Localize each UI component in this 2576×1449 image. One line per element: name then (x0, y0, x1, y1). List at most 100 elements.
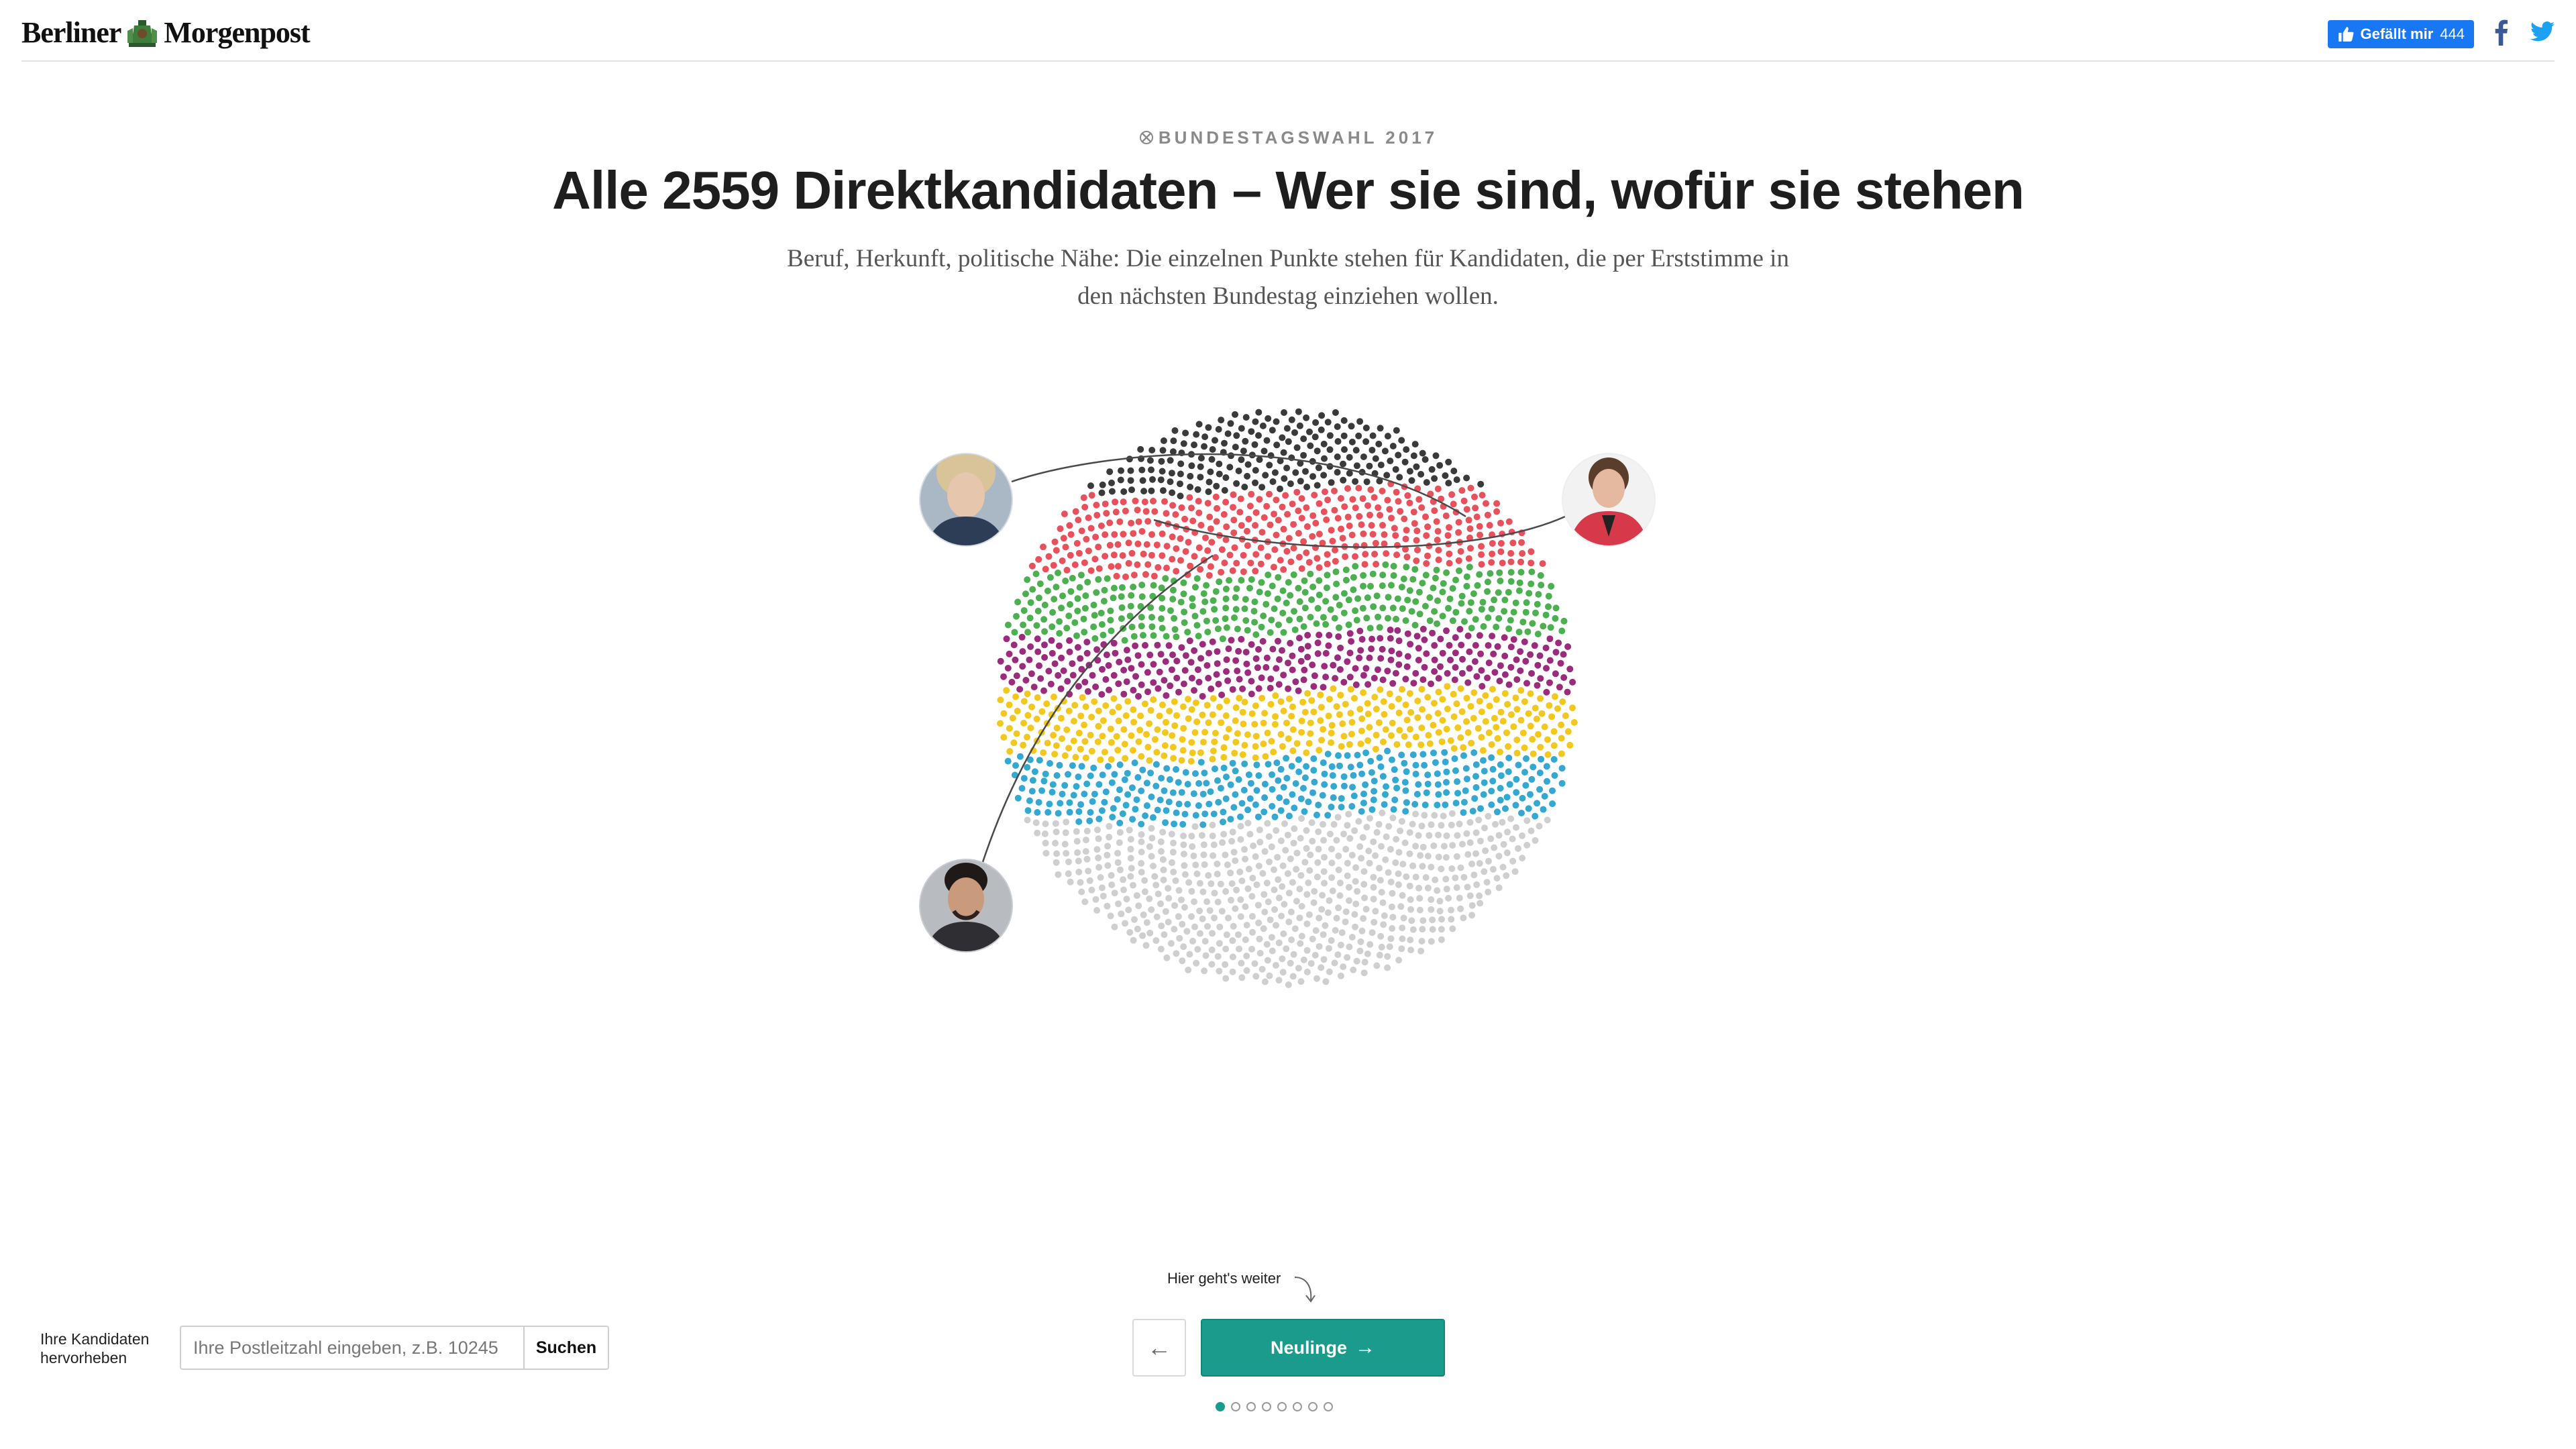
candidate-dot[interactable] (1337, 644, 1344, 651)
candidate-dot[interactable] (1337, 972, 1344, 979)
candidate-dot[interactable] (1246, 830, 1254, 838)
candidate-dot[interactable] (1437, 663, 1444, 670)
candidate-dot[interactable] (1344, 822, 1351, 829)
candidate-dot[interactable] (1507, 815, 1515, 822)
candidate-dot[interactable] (1419, 751, 1427, 758)
candidate-dot[interactable] (1075, 773, 1082, 780)
candidate-dot[interactable] (1214, 898, 1222, 906)
candidate-dot[interactable] (1485, 729, 1493, 737)
candidate-dot[interactable] (1346, 883, 1352, 891)
candidate-dot[interactable] (1328, 722, 1336, 729)
candidate-dot[interactable] (1244, 806, 1252, 814)
candidate-dot[interactable] (1393, 741, 1401, 748)
candidate-dot[interactable] (1347, 686, 1354, 693)
candidate-dot[interactable] (1305, 798, 1312, 806)
candidate-dot[interactable] (1307, 570, 1314, 578)
candidate-dot[interactable] (1363, 478, 1371, 486)
candidate-dot[interactable] (1497, 749, 1503, 755)
candidate-dot[interactable] (1207, 468, 1214, 476)
candidate-dot[interactable] (1297, 978, 1305, 985)
candidate-dot[interactable] (1152, 782, 1160, 790)
candidate-dot[interactable] (1320, 759, 1327, 766)
candidate-dot[interactable] (1148, 853, 1155, 860)
candidate-dot[interactable] (1105, 662, 1112, 669)
candidate-dot[interactable] (1077, 801, 1085, 808)
candidate-dot[interactable] (1185, 715, 1192, 722)
candidate-dot[interactable] (1146, 757, 1153, 764)
candidate-dot[interactable] (1316, 747, 1323, 754)
candidate-dot[interactable] (1252, 733, 1260, 740)
candidate-dot[interactable] (1419, 926, 1426, 933)
candidate-dot[interactable] (1236, 868, 1244, 875)
candidate-dot[interactable] (1318, 412, 1326, 419)
candidate-dot[interactable] (1376, 624, 1383, 631)
candidate-dot[interactable] (1377, 877, 1384, 884)
candidate-dot[interactable] (1155, 890, 1162, 898)
candidate-dot[interactable] (1233, 480, 1240, 487)
candidate-dot[interactable] (1041, 830, 1049, 837)
candidate-dot[interactable] (1279, 503, 1286, 511)
candidate-dot[interactable] (1065, 771, 1071, 778)
candidate-dot[interactable] (1412, 873, 1419, 881)
candidate-dot[interactable] (1148, 487, 1155, 494)
candidate-dot[interactable] (1292, 469, 1299, 476)
candidate-dot[interactable] (1265, 761, 1272, 768)
candidate-dot[interactable] (1464, 632, 1472, 639)
candidate-dot[interactable] (1148, 614, 1155, 621)
candidate-dot[interactable] (1072, 508, 1079, 515)
candidate-dot[interactable] (1368, 806, 1376, 813)
candidate-dot[interactable] (1322, 674, 1330, 681)
candidate-dot[interactable] (1182, 769, 1189, 776)
candidate-dot[interactable] (1271, 511, 1277, 518)
candidate-dot[interactable] (1271, 546, 1279, 553)
candidate-dot[interactable] (1290, 839, 1297, 847)
candidate-dot[interactable] (1487, 570, 1494, 577)
candidate-dot[interactable] (1366, 941, 1374, 948)
candidate-dot[interactable] (1215, 798, 1222, 806)
candidate-dot[interactable] (1138, 614, 1145, 621)
candidate-dot[interactable] (1492, 820, 1499, 828)
candidate-dot[interactable] (1537, 675, 1544, 682)
candidate-dot[interactable] (1385, 594, 1392, 601)
candidate-dot[interactable] (1130, 633, 1138, 640)
candidate-dot[interactable] (1290, 951, 1297, 958)
candidate-dot[interactable] (1528, 669, 1536, 677)
candidate-dot[interactable] (1448, 906, 1454, 914)
candidate-dot[interactable] (1481, 868, 1488, 875)
candidate-dot[interactable] (1252, 568, 1259, 575)
candidate-dot[interactable] (1549, 787, 1556, 794)
candidate-dot[interactable] (1211, 890, 1218, 897)
candidate-dot[interactable] (1169, 743, 1177, 751)
candidate-dot[interactable] (1371, 694, 1379, 701)
candidate-dot[interactable] (1123, 896, 1130, 903)
candidate-dot[interactable] (1204, 922, 1211, 930)
candidate-dot[interactable] (1384, 667, 1391, 675)
candidate-dot[interactable] (1070, 718, 1077, 724)
candidate-dot[interactable] (1265, 898, 1272, 906)
candidate-dot[interactable] (1222, 851, 1229, 859)
candidate-dot[interactable] (1428, 938, 1435, 945)
candidate-dot[interactable] (1303, 549, 1310, 556)
candidate-dot[interactable] (1368, 929, 1376, 936)
candidate-dot[interactable] (1067, 588, 1075, 595)
candidate-dot[interactable] (1084, 578, 1091, 586)
candidate-dot[interactable] (1233, 886, 1240, 894)
candidate-dot[interactable] (1065, 745, 1073, 752)
candidate-dot[interactable] (1012, 656, 1019, 663)
candidate-dot[interactable] (1106, 822, 1113, 830)
candidate-dot[interactable] (1389, 719, 1396, 727)
candidate-dot[interactable] (1100, 598, 1108, 605)
candidate-dot[interactable] (1069, 672, 1077, 679)
candidate-dot[interactable] (1276, 656, 1283, 663)
candidate-dot[interactable] (1148, 793, 1155, 800)
candidate-dot[interactable] (1439, 716, 1446, 724)
candidate-dot[interactable] (1254, 902, 1262, 909)
candidate-dot[interactable] (1395, 498, 1402, 505)
candidate-dot[interactable] (1465, 555, 1472, 562)
candidate-dot[interactable] (1277, 698, 1285, 705)
candidate-dot[interactable] (1501, 652, 1509, 659)
candidate-dot[interactable] (1175, 800, 1183, 808)
candidate-dot[interactable] (1059, 592, 1066, 600)
candidate-dot[interactable] (1273, 531, 1280, 539)
candidate-dot[interactable] (1497, 662, 1504, 669)
